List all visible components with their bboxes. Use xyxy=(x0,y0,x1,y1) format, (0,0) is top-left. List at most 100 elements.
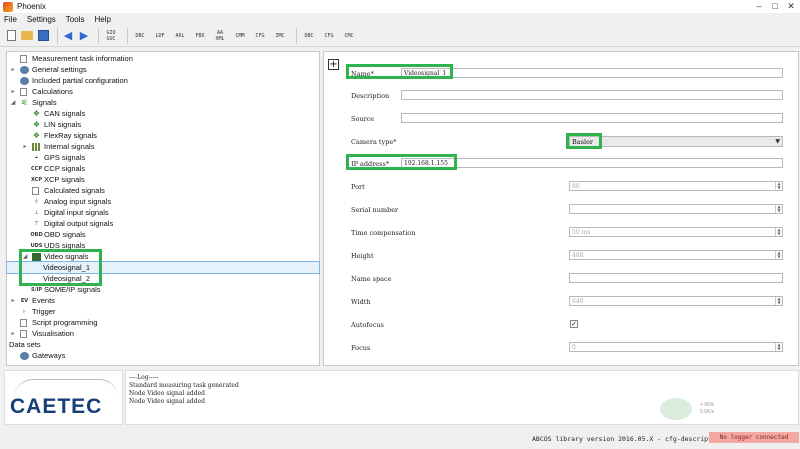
forward-button[interactable]: ▶ xyxy=(78,28,90,44)
tree-item-xcp-signals[interactable]: XCP XCP signals xyxy=(7,174,319,185)
new-file-button[interactable] xyxy=(5,28,17,44)
close-icon[interactable]: ✕ xyxy=(786,1,796,12)
tree-item-label: Internal signals xyxy=(44,142,95,151)
aaxml-import-button[interactable]: AA XML xyxy=(212,28,228,44)
a6l-import-button[interactable]: A6L xyxy=(172,28,188,44)
tree-item-label: Visualisation xyxy=(32,329,74,338)
tree-item-label: Trigger xyxy=(32,307,56,316)
menu-tools[interactable]: Tools xyxy=(66,15,85,24)
menu-settings[interactable]: Settings xyxy=(27,15,56,24)
tree-item-signals[interactable]: ◢ ⚟ Signals xyxy=(7,97,319,108)
toolbar-divider xyxy=(296,27,297,44)
spin-arrows-icon[interactable]: ▲ ▼ xyxy=(775,205,782,213)
fbx-import-button[interactable]: FBX xyxy=(192,28,208,44)
tree-item-included-partial-configuration[interactable]: Included partial configuration xyxy=(7,75,319,86)
tree-item-calculations[interactable]: ▸ Calculations xyxy=(7,86,319,97)
minimize-icon[interactable]: – xyxy=(754,1,764,12)
toolbar: ◀ ▶ GIO GUC DBC LDF A6L FBX AA XML CMM C… xyxy=(0,25,800,47)
menu-help[interactable]: Help xyxy=(94,15,110,24)
expand-arrow-icon[interactable]: ▸ xyxy=(9,330,17,337)
time-compensation-spinbox[interactable]: 50 ms ▲ ▼ xyxy=(569,227,783,237)
spin-arrows-icon[interactable]: ▲ ▼ xyxy=(775,182,782,190)
name-input[interactable]: Videosignal_1 xyxy=(401,68,783,78)
source-label: Source xyxy=(351,115,375,123)
toolbar-divider xyxy=(98,27,99,44)
tree-item-events[interactable]: ▸ EV Events xyxy=(7,295,319,306)
chevron-down-icon: ▼ xyxy=(775,138,780,145)
ldf-import-button[interactable]: LDF xyxy=(152,28,168,44)
tree-item-label: Measurement task information xyxy=(32,54,133,63)
tree-item-general-settings[interactable]: ▸ General settings xyxy=(7,64,319,75)
spin-arrows-icon[interactable]: ▲ ▼ xyxy=(775,251,782,259)
dbc-export-button[interactable]: DBC xyxy=(301,28,317,44)
digital-input-icon: ⊥ xyxy=(34,209,39,216)
tree-item-flexray-signals[interactable]: ❖ FlexRay signals xyxy=(7,130,319,141)
width-value: 640 xyxy=(572,297,584,305)
tree-item-data-sets[interactable]: Data sets xyxy=(7,339,319,350)
can-signal-icon: ❖ xyxy=(32,109,41,118)
tree-item-label: Script programming xyxy=(32,318,98,327)
imc-import-button[interactable]: IMC xyxy=(272,28,288,44)
arrow-left-icon: ◀ xyxy=(63,28,73,42)
autofocus-checkbox[interactable]: ✓ xyxy=(570,320,578,328)
tree-item-lin-signals[interactable]: ❖ LIN signals xyxy=(7,119,319,130)
expand-arrow-icon[interactable]: ▸ xyxy=(9,66,17,73)
expand-arrow-icon[interactable]: ▸ xyxy=(9,297,17,304)
tree-item-digital-output-signals[interactable]: ⊤ Digital output signals xyxy=(7,218,319,229)
tree-item-script-programming[interactable]: Script programming xyxy=(7,317,319,328)
height-label: Height xyxy=(351,252,374,260)
tree-item-ccp-signals[interactable]: CCP CCP signals xyxy=(7,163,319,174)
toolbar-divider xyxy=(57,27,58,44)
expand-arrow-icon[interactable]: ▸ xyxy=(21,143,29,150)
height-spinbox[interactable]: 480 ▲ ▼ xyxy=(569,250,783,260)
tree-item-digital-input-signals[interactable]: ⊥ Digital input signals xyxy=(7,207,319,218)
expand-arrow-icon[interactable]: ▸ xyxy=(9,88,17,95)
spin-arrows-icon[interactable]: ▲ ▼ xyxy=(775,343,782,351)
dbc-import-button[interactable]: DBC xyxy=(132,28,148,44)
menu-file[interactable]: File xyxy=(4,15,17,24)
trigger-icon: ⊦ xyxy=(23,308,26,315)
source-input[interactable] xyxy=(401,113,783,123)
cfg-import-button[interactable]: CFG xyxy=(252,28,268,44)
width-spinbox[interactable]: 640 ▲ ▼ xyxy=(569,296,783,306)
tree-item-label: General settings xyxy=(32,65,87,74)
gio-button[interactable]: GIO GUC xyxy=(103,28,119,44)
video-signals-highlight xyxy=(19,249,102,286)
camera-type-label: Camera type* xyxy=(351,138,397,146)
name-space-input[interactable] xyxy=(569,273,783,283)
back-button[interactable]: ◀ xyxy=(62,28,74,44)
description-input[interactable] xyxy=(401,90,783,100)
port-spinbox[interactable]: 80 ▲ ▼ xyxy=(569,181,783,191)
partial-config-icon xyxy=(20,76,29,85)
open-folder-button[interactable] xyxy=(21,28,33,44)
collapse-arrow-icon[interactable]: ◢ xyxy=(9,99,17,106)
maximize-icon[interactable]: □ xyxy=(770,1,780,12)
tree-item-gateways[interactable]: Gateways xyxy=(7,350,319,361)
ip-address-highlight xyxy=(346,154,457,170)
properties-form: + Name* Videosignal_1 Description Source… xyxy=(323,51,799,366)
tree-item-gps-signals[interactable]: ⌖ GPS signals xyxy=(7,152,319,163)
width-label: Width xyxy=(351,298,371,306)
add-button[interactable]: + xyxy=(328,59,339,70)
tree-item-calculated-signals[interactable]: Calculated signals xyxy=(7,185,319,196)
navigation-tree: Measurement task information ▸ General se… xyxy=(6,51,320,366)
spin-arrows-icon[interactable]: ▲ ▼ xyxy=(775,297,782,305)
tree-item-measurement-task-information[interactable]: Measurement task information xyxy=(7,53,319,64)
tree-item-visualisation[interactable]: ▸ Visualisation xyxy=(7,328,319,339)
cfg-export-button[interactable]: CFG xyxy=(321,28,337,44)
tree-item-label: Digital input signals xyxy=(44,208,109,217)
tree-item-internal-signals[interactable]: ▸ Internal signals xyxy=(7,141,319,152)
cmc-button[interactable]: CMC xyxy=(341,28,357,44)
save-button[interactable] xyxy=(37,28,49,44)
ip-address-input[interactable]: 192.168.1.155 xyxy=(401,158,783,168)
cmm-import-button[interactable]: CMM xyxy=(232,28,248,44)
network-monitor-icon xyxy=(660,398,692,420)
tree-item-analog-input-signals[interactable]: ⏆ Analog input signals xyxy=(7,196,319,207)
name-space-label: Name space xyxy=(351,275,392,283)
spin-arrows-icon[interactable]: ▲ ▼ xyxy=(775,228,782,236)
focus-spinbox[interactable]: 0 ▲ ▼ xyxy=(569,342,783,352)
tree-item-can-signals[interactable]: ❖ CAN signals xyxy=(7,108,319,119)
tree-item-obd-signals[interactable]: OBD OBD signals xyxy=(7,229,319,240)
tree-item-trigger[interactable]: ⊦ Trigger xyxy=(7,306,319,317)
serial-number-spinbox[interactable]: ▲ ▼ xyxy=(569,204,783,214)
